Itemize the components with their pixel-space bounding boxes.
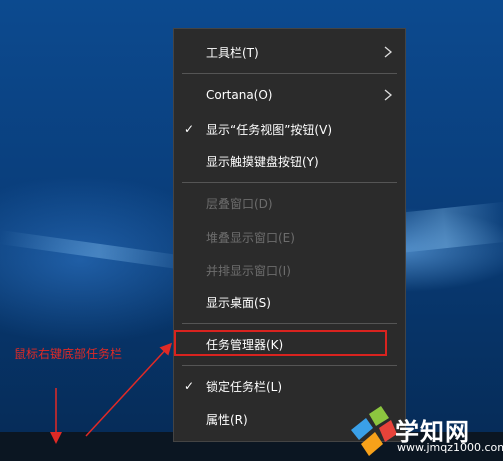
windows-logo-icon bbox=[351, 406, 397, 456]
annotation-arrows bbox=[50, 342, 173, 444]
arrow-to-task-manager bbox=[85, 342, 173, 437]
watermark-url: www.jmqz1000.com bbox=[397, 441, 503, 454]
